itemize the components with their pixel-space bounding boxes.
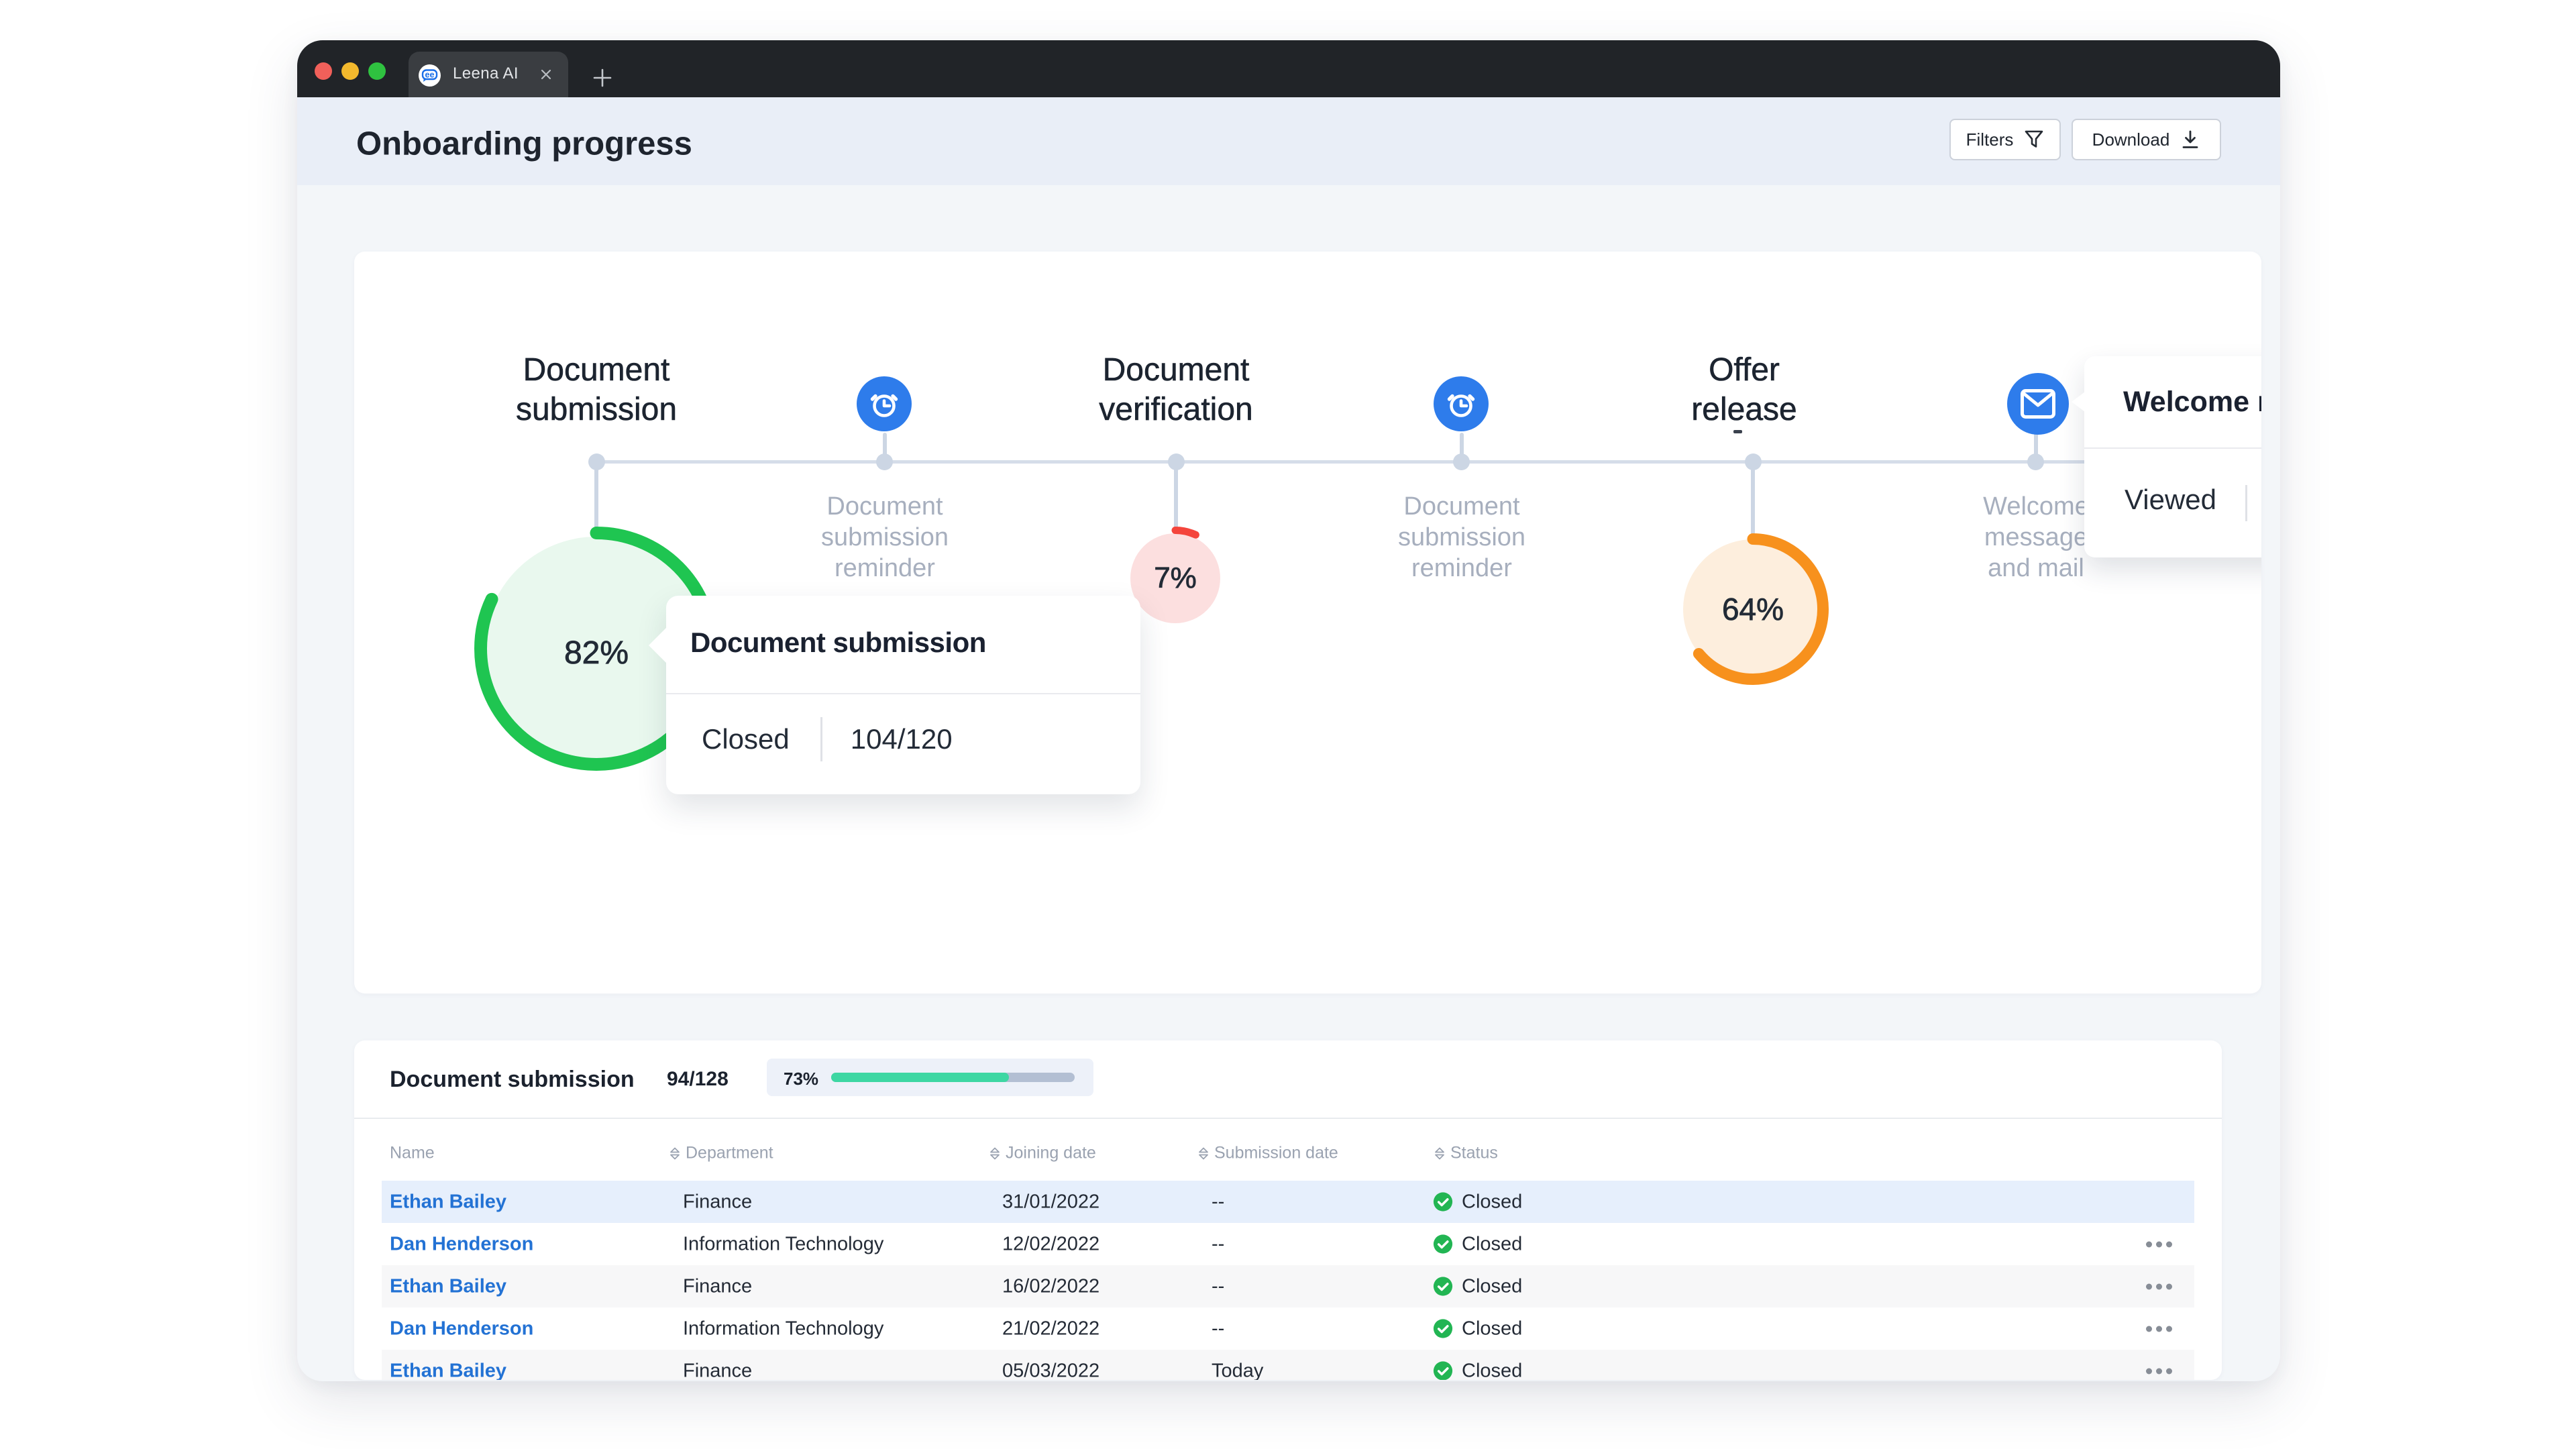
svg-text:ee: ee (425, 70, 435, 80)
